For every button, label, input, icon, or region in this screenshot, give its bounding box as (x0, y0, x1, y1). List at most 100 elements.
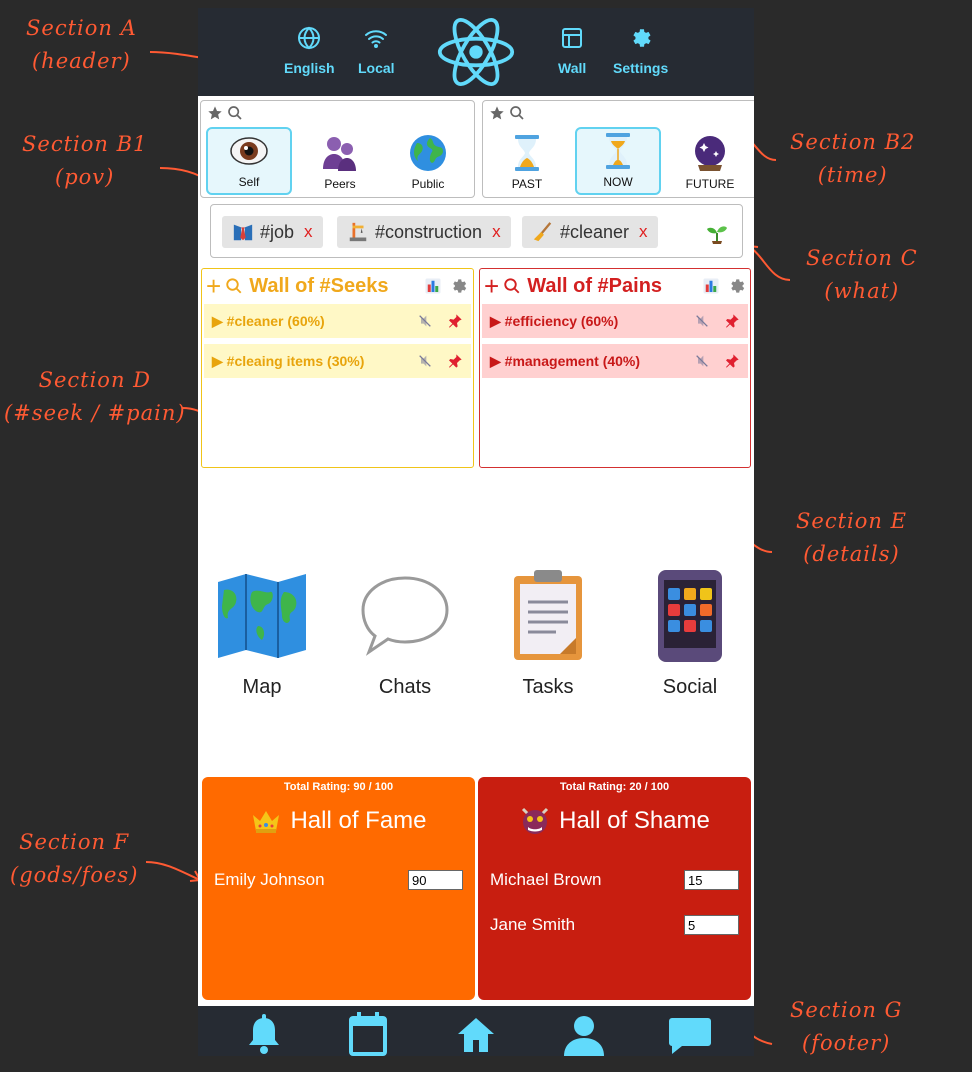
gear-icon[interactable] (728, 277, 746, 295)
star-icon[interactable] (489, 105, 505, 121)
mute-icon[interactable] (694, 353, 710, 369)
time-now-option[interactable]: NOW (575, 127, 661, 195)
star-icon[interactable] (207, 105, 223, 121)
annotation-subtitle: (what) (824, 278, 900, 303)
chat-icon[interactable] (668, 1012, 712, 1056)
fame-person-row: Emily Johnson (214, 869, 463, 891)
shame-person-row: Michael Brown (490, 869, 739, 891)
tag-chip-cleaner[interactable]: #cleaner x (522, 216, 658, 248)
annotation-title: Section E (796, 509, 907, 533)
seek-item-actions (417, 313, 463, 329)
score-input[interactable] (684, 915, 739, 935)
seek-item[interactable]: ▶ #cleaner (60%) (204, 304, 471, 338)
pain-item-label: ▶ #efficiency (60%) (490, 312, 619, 329)
map-icon (218, 574, 306, 658)
network-button[interactable]: Local (358, 26, 395, 76)
chats-app-button[interactable]: Chats (350, 568, 460, 699)
tag-chip-job[interactable]: #job x (222, 216, 323, 248)
gear-icon (633, 29, 651, 47)
pin-icon[interactable] (447, 313, 463, 329)
search-icon[interactable] (225, 277, 243, 295)
shame-total-rating: Total Rating: 20 / 100 (559, 781, 670, 793)
map-app-button[interactable]: Map (207, 568, 317, 699)
annotation-title: Section C (806, 246, 918, 270)
bar-chart-icon[interactable] (702, 277, 720, 295)
app-label: Social (662, 676, 718, 698)
ogre-icon (522, 807, 549, 834)
seek-item-label: ▶ #cleaner (60%) (212, 312, 325, 329)
pains-wall-header: + Wall of #Pains (484, 271, 746, 301)
gear-icon[interactable] (450, 277, 468, 295)
time-panel: PAST NOW FUTURE (482, 100, 754, 198)
pain-item[interactable]: ▶ #management (40%) (482, 344, 748, 378)
pov-self-option[interactable]: Self (206, 127, 292, 195)
hourglass-flowing-icon (606, 133, 630, 169)
annotation-section-b1: Section B1 (pov) (22, 128, 147, 193)
wall-button[interactable]: Wall (558, 26, 586, 76)
pain-item-label: ▶ #management (40%) (490, 352, 641, 369)
remove-tag-button[interactable]: x (492, 222, 501, 242)
add-pain-button[interactable]: + (484, 273, 499, 299)
seedling-icon[interactable] (705, 221, 729, 245)
annotation-subtitle: (pov) (55, 164, 115, 189)
shame-title: Hall of Shame (478, 805, 751, 837)
speech-bubble-icon (361, 576, 449, 656)
annotation-title: Section B1 (22, 132, 148, 156)
hall-of-fame: Total Rating: 90 / 100 Hall of Fame Emil… (202, 777, 475, 1000)
mute-icon[interactable] (694, 313, 710, 329)
mute-icon[interactable] (417, 313, 433, 329)
hall-of-shame: Total Rating: 20 / 100 Hall of Shame Mic… (478, 777, 751, 1000)
wall-label: Wall (558, 60, 587, 76)
score-input[interactable] (684, 870, 739, 890)
annotation-section-g: Section G (footer) (790, 994, 902, 1059)
home-icon[interactable] (454, 1012, 498, 1056)
pain-item[interactable]: ▶ #efficiency (60%) (482, 304, 748, 338)
tag-bar: #job x #construction x #cleaner x (210, 204, 743, 258)
time-future-option[interactable]: FUTURE (667, 127, 753, 195)
bell-icon[interactable] (242, 1012, 286, 1056)
tag-label: #cleaner (560, 221, 630, 242)
react-atom-logo-icon (437, 18, 515, 86)
annotation-section-f: Section F (gods/foes) (10, 826, 138, 891)
bar-chart-icon[interactable] (424, 277, 442, 295)
shame-person-row: Jane Smith (490, 914, 739, 936)
tag-label: #job (260, 221, 295, 242)
remove-tag-button[interactable]: x (304, 222, 313, 242)
seek-item[interactable]: ▶ #cleaing items (30%) (204, 344, 471, 378)
pov-peers-option[interactable]: Peers (297, 127, 383, 195)
pain-item-actions (694, 313, 740, 329)
header: English Local Wall Settings (198, 8, 754, 96)
social-app-button[interactable]: Social (635, 568, 745, 699)
pin-icon[interactable] (724, 313, 740, 329)
settings-button[interactable]: Settings (613, 26, 668, 76)
search-icon[interactable] (509, 105, 525, 121)
pov-label: Self (238, 175, 260, 189)
tasks-app-button[interactable]: Tasks (493, 568, 603, 699)
pin-icon[interactable] (447, 353, 463, 369)
annotation-subtitle: (details) (803, 541, 900, 566)
pov-label: Peers (324, 177, 356, 191)
mute-icon[interactable] (417, 353, 433, 369)
remove-tag-button[interactable]: x (639, 222, 648, 242)
annotation-subtitle: (footer) (802, 1030, 891, 1055)
network-label: Local (358, 60, 395, 76)
crystal-ball-icon (695, 136, 725, 171)
score-input[interactable] (408, 870, 463, 890)
pin-icon[interactable] (724, 353, 740, 369)
calendar-icon[interactable] (346, 1012, 390, 1056)
pov-public-option[interactable]: Public (385, 127, 471, 195)
fame-title-label: Hall of Fame (290, 807, 427, 834)
time-past-option[interactable]: PAST (484, 127, 570, 195)
add-seek-button[interactable]: + (206, 273, 221, 299)
settings-label: Settings (613, 60, 669, 76)
pov-tools (207, 105, 243, 121)
user-icon[interactable] (562, 1012, 606, 1056)
search-icon[interactable] (227, 105, 243, 121)
pains-wall-tools (702, 277, 746, 295)
tag-chip-construction[interactable]: #construction x (337, 216, 511, 248)
annotation-title: Section D (38, 368, 151, 392)
construction-icon (349, 222, 367, 242)
search-icon[interactable] (503, 277, 521, 295)
language-label: English (284, 60, 335, 76)
language-button[interactable]: English (284, 26, 335, 76)
